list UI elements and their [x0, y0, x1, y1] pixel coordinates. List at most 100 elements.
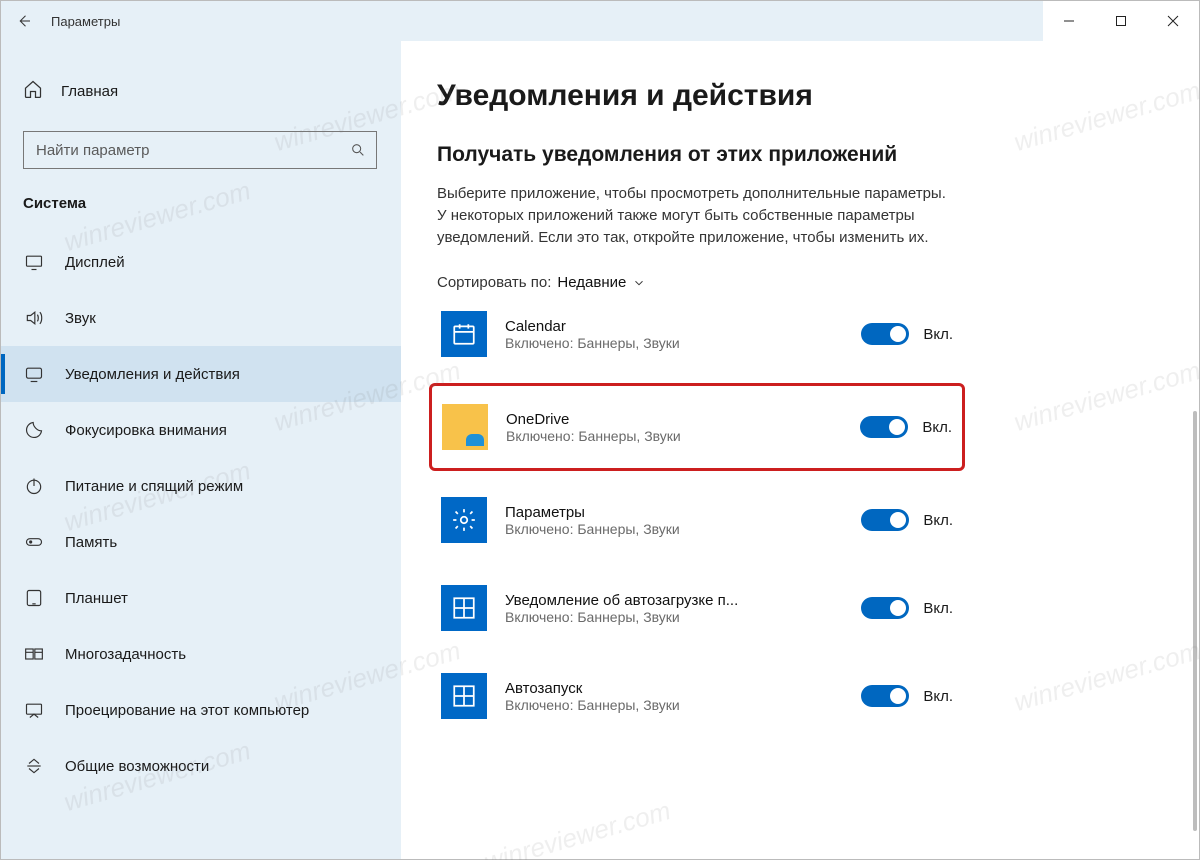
toggle-label: Вкл. — [923, 326, 953, 343]
shared-icon — [23, 756, 45, 776]
toggle-switch[interactable] — [861, 597, 909, 619]
toggle-wrap: Вкл. — [860, 416, 952, 438]
sidebar-item-focus[interactable]: Фокусировка внимания — [1, 402, 401, 458]
toggle-switch[interactable] — [861, 685, 909, 707]
app-name: Параметры — [505, 504, 843, 521]
sort-label: Сортировать по: — [437, 274, 551, 291]
sidebar-item-label: Дисплей — [65, 254, 125, 271]
sidebar-item-label: Многозадачность — [65, 646, 186, 663]
minimize-button[interactable] — [1043, 1, 1095, 41]
sidebar-item-tablet[interactable]: Планшет — [1, 570, 401, 626]
sort-value: Недавние — [557, 274, 626, 291]
app-subtitle: Включено: Баннеры, Звуки — [505, 521, 843, 537]
sidebar-item-power[interactable]: Питание и спящий режим — [1, 458, 401, 514]
app-row-autoload[interactable]: Уведомление об автозагрузке п... Включен… — [437, 579, 957, 637]
app-subtitle: Включено: Баннеры, Звуки — [505, 335, 843, 351]
toggle-wrap: Вкл. — [861, 323, 953, 345]
display-icon — [23, 252, 45, 272]
sidebar-item-multitasking[interactable]: Многозадачность — [1, 626, 401, 682]
storage-icon — [23, 532, 45, 552]
app-text: Параметры Включено: Баннеры, Звуки — [505, 504, 843, 537]
close-icon — [1167, 15, 1179, 27]
focus-icon — [23, 420, 45, 440]
onedrive-app-icon — [442, 404, 488, 450]
toggle-switch[interactable] — [860, 416, 908, 438]
toggle-label: Вкл. — [922, 419, 952, 436]
toggle-label: Вкл. — [923, 688, 953, 705]
toggle-label: Вкл. — [923, 600, 953, 617]
sidebar-item-storage[interactable]: Память — [1, 514, 401, 570]
home-icon — [23, 79, 43, 103]
sidebar-item-label: Звук — [65, 310, 96, 327]
app-text: Автозапуск Включено: Баннеры, Звуки — [505, 680, 843, 713]
chevron-down-icon — [632, 276, 646, 290]
sidebar-item-sound[interactable]: Звук — [1, 290, 401, 346]
app-name: Calendar — [505, 318, 843, 335]
sidebar-item-label: Общие возможности — [65, 758, 209, 775]
autoload-app-icon — [441, 585, 487, 631]
body: Главная Найти параметр Система Дисплей З… — [1, 41, 1199, 859]
sidebar-item-notifications[interactable]: Уведомления и действия — [1, 346, 401, 402]
app-subtitle: Включено: Баннеры, Звуки — [506, 428, 842, 444]
window-controls — [1043, 1, 1199, 41]
main-content: Уведомления и действия Получать уведомле… — [401, 41, 1199, 859]
sidebar-item-label: Уведомления и действия — [65, 366, 240, 383]
vertical-scrollbar[interactable] — [1193, 411, 1197, 831]
sidebar-item-display[interactable]: Дисплей — [1, 234, 401, 290]
app-text: Calendar Включено: Баннеры, Звуки — [505, 318, 843, 351]
app-row-calendar[interactable]: Calendar Включено: Баннеры, Звуки Вкл. — [437, 305, 957, 363]
multitasking-icon — [23, 644, 45, 664]
tablet-icon — [23, 588, 45, 608]
sidebar-item-label: Фокусировка внимания — [65, 422, 227, 439]
power-icon — [23, 476, 45, 496]
sidebar-section-title: Система — [1, 169, 401, 220]
sidebar-item-label: Питание и спящий режим — [65, 478, 243, 495]
section-title: Получать уведомления от этих приложений — [437, 143, 1163, 167]
app-name: OneDrive — [506, 411, 842, 428]
projecting-icon — [23, 700, 45, 720]
app-row-autoplay[interactable]: Автозапуск Включено: Баннеры, Звуки Вкл. — [437, 667, 957, 725]
sidebar-item-label: Планшет — [65, 590, 128, 607]
section-description: Выберите приложение, чтобы просмотреть д… — [437, 183, 957, 248]
maximize-icon — [1115, 15, 1127, 27]
back-button[interactable] — [1, 1, 47, 41]
sort-dropdown[interactable]: Сортировать по: Недавние — [437, 274, 1163, 291]
close-button[interactable] — [1147, 1, 1199, 41]
sidebar-item-label: Память — [65, 534, 117, 551]
sidebar-item-projecting[interactable]: Проецирование на этот компьютер — [1, 682, 401, 738]
maximize-button[interactable] — [1095, 1, 1147, 41]
titlebar: Параметры — [1, 1, 1199, 41]
toggle-wrap: Вкл. — [861, 685, 953, 707]
sidebar-home[interactable]: Главная — [1, 69, 401, 113]
sidebar-nav: Дисплей Звук Уведомления и действия Фоку… — [1, 234, 401, 794]
toggle-wrap: Вкл. — [861, 509, 953, 531]
sidebar-item-label: Проецирование на этот компьютер — [65, 702, 309, 719]
search-input[interactable]: Найти параметр — [23, 131, 377, 169]
toggle-wrap: Вкл. — [861, 597, 953, 619]
sidebar-home-label: Главная — [61, 83, 118, 100]
app-name: Автозапуск — [505, 680, 843, 697]
sidebar: Главная Найти параметр Система Дисплей З… — [1, 41, 401, 859]
toggle-switch[interactable] — [861, 323, 909, 345]
arrow-left-icon — [15, 12, 33, 30]
settings-window: Параметры Главная Найти параметр — [0, 0, 1200, 860]
toggle-label: Вкл. — [923, 512, 953, 529]
app-row-onedrive[interactable]: OneDrive Включено: Баннеры, Звуки Вкл. — [429, 383, 965, 471]
toggle-switch[interactable] — [861, 509, 909, 531]
settings-app-icon — [441, 497, 487, 543]
app-row-settings[interactable]: Параметры Включено: Баннеры, Звуки Вкл. — [437, 491, 957, 549]
search-placeholder: Найти параметр — [36, 142, 350, 159]
autoplay-app-icon — [441, 673, 487, 719]
app-list: Calendar Включено: Баннеры, Звуки Вкл. O… — [437, 305, 957, 725]
sound-icon — [23, 308, 45, 328]
app-name: Уведомление об автозагрузке п... — [505, 592, 843, 609]
app-subtitle: Включено: Баннеры, Звуки — [505, 609, 843, 625]
sidebar-item-shared[interactable]: Общие возможности — [1, 738, 401, 794]
window-title: Параметры — [51, 14, 120, 29]
calendar-app-icon — [441, 311, 487, 357]
notifications-icon — [23, 364, 45, 384]
app-text: Уведомление об автозагрузке п... Включен… — [505, 592, 843, 625]
app-text: OneDrive Включено: Баннеры, Звуки — [506, 411, 842, 444]
search-icon — [350, 142, 366, 158]
app-subtitle: Включено: Баннеры, Звуки — [505, 697, 843, 713]
